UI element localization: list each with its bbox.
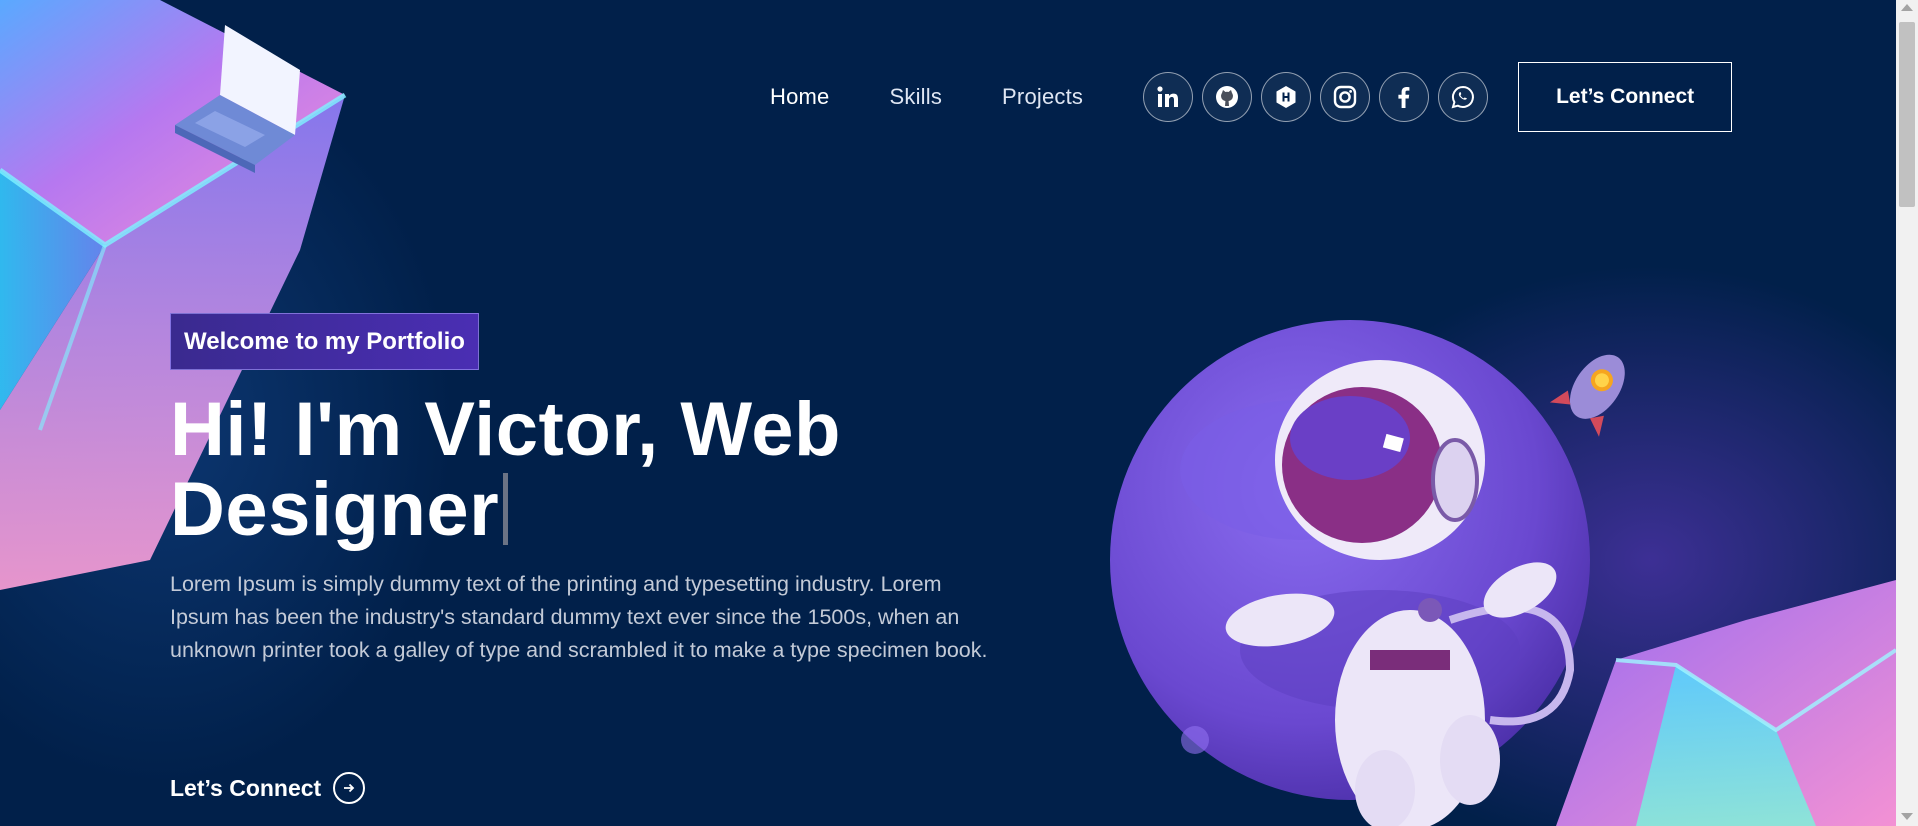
- typing-cursor: [503, 473, 509, 545]
- vertical-scrollbar[interactable]: [1896, 0, 1918, 826]
- github-link[interactable]: [1202, 72, 1253, 122]
- github-icon: [1216, 86, 1239, 108]
- scroll-up-arrow-icon[interactable]: [1901, 4, 1913, 11]
- hackerrank-link[interactable]: [1261, 72, 1312, 122]
- linkedin-icon: [1157, 86, 1179, 107]
- lets-connect-link-label: Let’s Connect: [170, 774, 322, 801]
- welcome-badge: Welcome to my Portfolio: [170, 313, 479, 370]
- main-nav: Home Skills Projects Let’s Connect: [740, 62, 1733, 132]
- hero-page: Home Skills Projects Let’s Connect Welco…: [0, 0, 1896, 826]
- social-links: [1143, 72, 1497, 122]
- astronaut-illustration: [1110, 320, 1625, 826]
- lets-connect-button[interactable]: Let’s Connect: [1518, 62, 1733, 132]
- instagram-icon: [1333, 85, 1357, 109]
- nav-link-projects[interactable]: Projects: [1002, 84, 1083, 110]
- lets-connect-link[interactable]: Let’s Connect: [170, 772, 366, 804]
- whatsapp-icon: [1451, 85, 1475, 109]
- facebook-link[interactable]: [1379, 72, 1430, 122]
- whatsapp-link[interactable]: [1438, 72, 1489, 122]
- nav-link-home[interactable]: Home: [770, 84, 830, 110]
- hero-description: Lorem Ipsum is simply dummy text of the …: [170, 572, 988, 662]
- hackerrank-icon: [1276, 86, 1296, 108]
- linkedin-link[interactable]: [1143, 72, 1194, 122]
- scrollbar-thumb[interactable]: [1899, 22, 1915, 207]
- nav-link-skills[interactable]: Skills: [890, 84, 943, 110]
- hero-headline: Hi! I'm Victor, Web Designer: [170, 390, 930, 550]
- arrow-right-circle-icon: [333, 772, 366, 804]
- scroll-down-arrow-icon[interactable]: [1901, 813, 1913, 820]
- instagram-link[interactable]: [1320, 72, 1371, 122]
- facebook-icon: [1398, 87, 1410, 108]
